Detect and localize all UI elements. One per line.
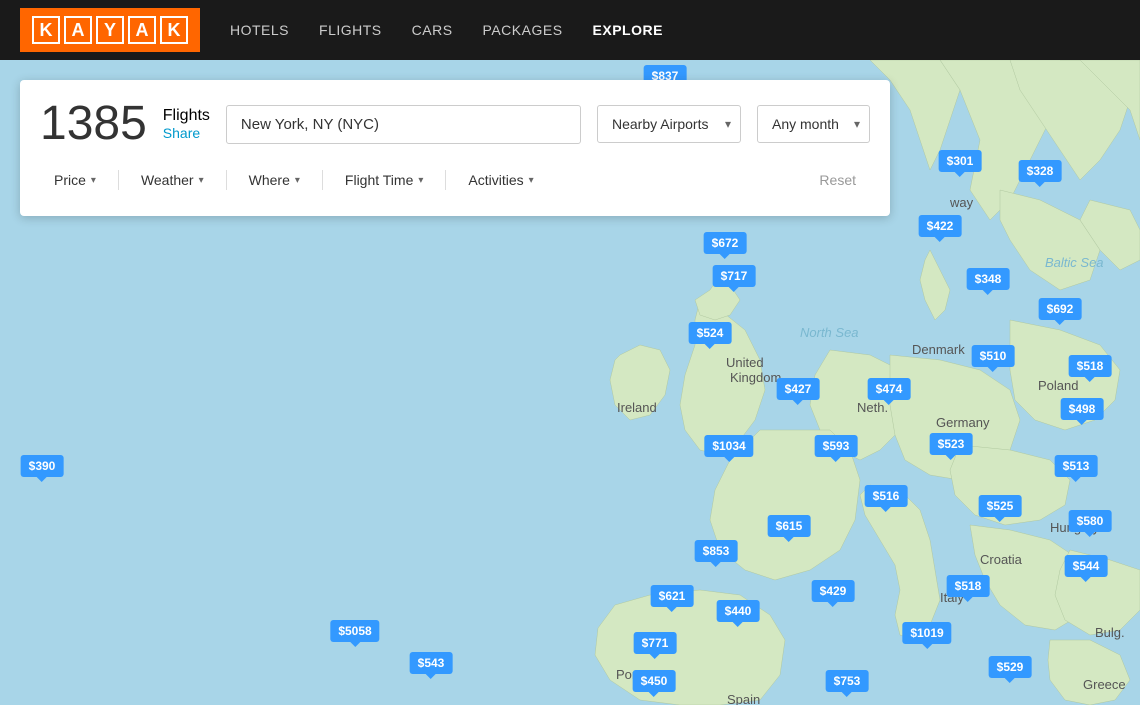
- price-badge[interactable]: $1034: [704, 435, 753, 457]
- logo-a1: A: [64, 16, 92, 44]
- where-chevron-icon: ▾: [295, 175, 300, 186]
- price-badge[interactable]: $853: [695, 540, 738, 562]
- nearby-airports-select[interactable]: Nearby Airports: [597, 105, 741, 143]
- price-badge[interactable]: $516: [865, 485, 908, 507]
- any-month-select[interactable]: Any month: [757, 105, 870, 143]
- divider-3: [322, 170, 323, 190]
- nav-cars[interactable]: CARS: [412, 22, 453, 38]
- price-badge[interactable]: $510: [972, 345, 1015, 367]
- divider-1: [118, 170, 119, 190]
- price-badge[interactable]: $771: [634, 632, 677, 654]
- price-badge[interactable]: $328: [1019, 160, 1062, 182]
- price-badge[interactable]: $524: [689, 322, 732, 344]
- price-badge[interactable]: $672: [704, 232, 747, 254]
- price-badge[interactable]: $474: [868, 378, 911, 400]
- flight-time-filter[interactable]: Flight Time ▾: [331, 164, 438, 196]
- price-badge[interactable]: $1019: [902, 622, 951, 644]
- price-badge[interactable]: $525: [979, 495, 1022, 517]
- nav-hotels[interactable]: HOTELS: [230, 22, 289, 38]
- price-badge[interactable]: $422: [919, 215, 962, 237]
- price-badge[interactable]: $717: [713, 265, 756, 287]
- price-badge[interactable]: $621: [651, 585, 694, 607]
- flights-text: Flights: [163, 107, 210, 125]
- price-badge[interactable]: $543: [410, 652, 453, 674]
- flight-time-label: Flight Time: [345, 172, 413, 188]
- price-badge[interactable]: $429: [812, 580, 855, 602]
- price-badge[interactable]: $301: [939, 150, 982, 172]
- reset-button[interactable]: Reset: [805, 164, 870, 196]
- divider-4: [445, 170, 446, 190]
- nearby-airports-dropdown-wrap: Nearby Airports: [597, 105, 741, 143]
- activities-label: Activities: [468, 172, 523, 188]
- search-panel: 1385 Flights Share Nearby Airports Any m…: [20, 80, 890, 216]
- divider-2: [226, 170, 227, 190]
- price-badge[interactable]: $518: [947, 575, 990, 597]
- price-badge[interactable]: $498: [1061, 398, 1104, 420]
- logo-k: K: [32, 16, 60, 44]
- logo[interactable]: K A Y A K: [20, 8, 200, 52]
- logo-k2: K: [160, 16, 188, 44]
- price-badge[interactable]: $440: [717, 600, 760, 622]
- price-chevron-icon: ▾: [91, 175, 96, 186]
- nav-explore[interactable]: EXPLORE: [593, 22, 663, 38]
- price-badge[interactable]: $529: [989, 656, 1032, 678]
- weather-label: Weather: [141, 172, 194, 188]
- price-badge[interactable]: $450: [633, 670, 676, 692]
- price-badge[interactable]: $753: [826, 670, 869, 692]
- price-badge[interactable]: $692: [1039, 298, 1082, 320]
- price-badge[interactable]: $427: [777, 378, 820, 400]
- flight-count: 1385: [40, 100, 147, 148]
- activities-chevron-icon: ▾: [529, 175, 534, 186]
- price-badge[interactable]: $518: [1069, 355, 1112, 377]
- price-badge[interactable]: $544: [1065, 555, 1108, 577]
- price-badge[interactable]: $615: [768, 515, 811, 537]
- where-label: Where: [249, 172, 290, 188]
- price-badge[interactable]: $580: [1069, 510, 1112, 532]
- price-badge[interactable]: $390: [21, 455, 64, 477]
- any-month-dropdown-wrap: Any month: [757, 105, 870, 143]
- price-filter[interactable]: Price ▾: [40, 164, 110, 196]
- nav-packages[interactable]: PACKAGES: [483, 22, 563, 38]
- where-filter[interactable]: Where ▾: [235, 164, 314, 196]
- origin-input[interactable]: [226, 105, 581, 144]
- share-link[interactable]: Share: [163, 125, 210, 141]
- price-badge[interactable]: $5058: [330, 620, 379, 642]
- nav-links: HOTELS FLIGHTS CARS PACKAGES EXPLORE: [230, 22, 663, 38]
- price-badge[interactable]: $523: [930, 433, 973, 455]
- weather-filter[interactable]: Weather ▾: [127, 164, 218, 196]
- logo-y: Y: [96, 16, 124, 44]
- price-badge[interactable]: $513: [1055, 455, 1098, 477]
- price-badge[interactable]: $593: [815, 435, 858, 457]
- logo-a2: A: [128, 16, 156, 44]
- flights-label-group: Flights Share: [163, 107, 210, 141]
- navigation: K A Y A K HOTELS FLIGHTS CARS PACKAGES E…: [0, 0, 1140, 60]
- flight-time-chevron-icon: ▾: [418, 175, 423, 186]
- filter-row: Price ▾ Weather ▾ Where ▾ Flight Time ▾ …: [40, 164, 870, 196]
- price-label: Price: [54, 172, 86, 188]
- price-badge[interactable]: $348: [967, 268, 1010, 290]
- nav-flights[interactable]: FLIGHTS: [319, 22, 382, 38]
- weather-chevron-icon: ▾: [199, 175, 204, 186]
- activities-filter[interactable]: Activities ▾: [454, 164, 547, 196]
